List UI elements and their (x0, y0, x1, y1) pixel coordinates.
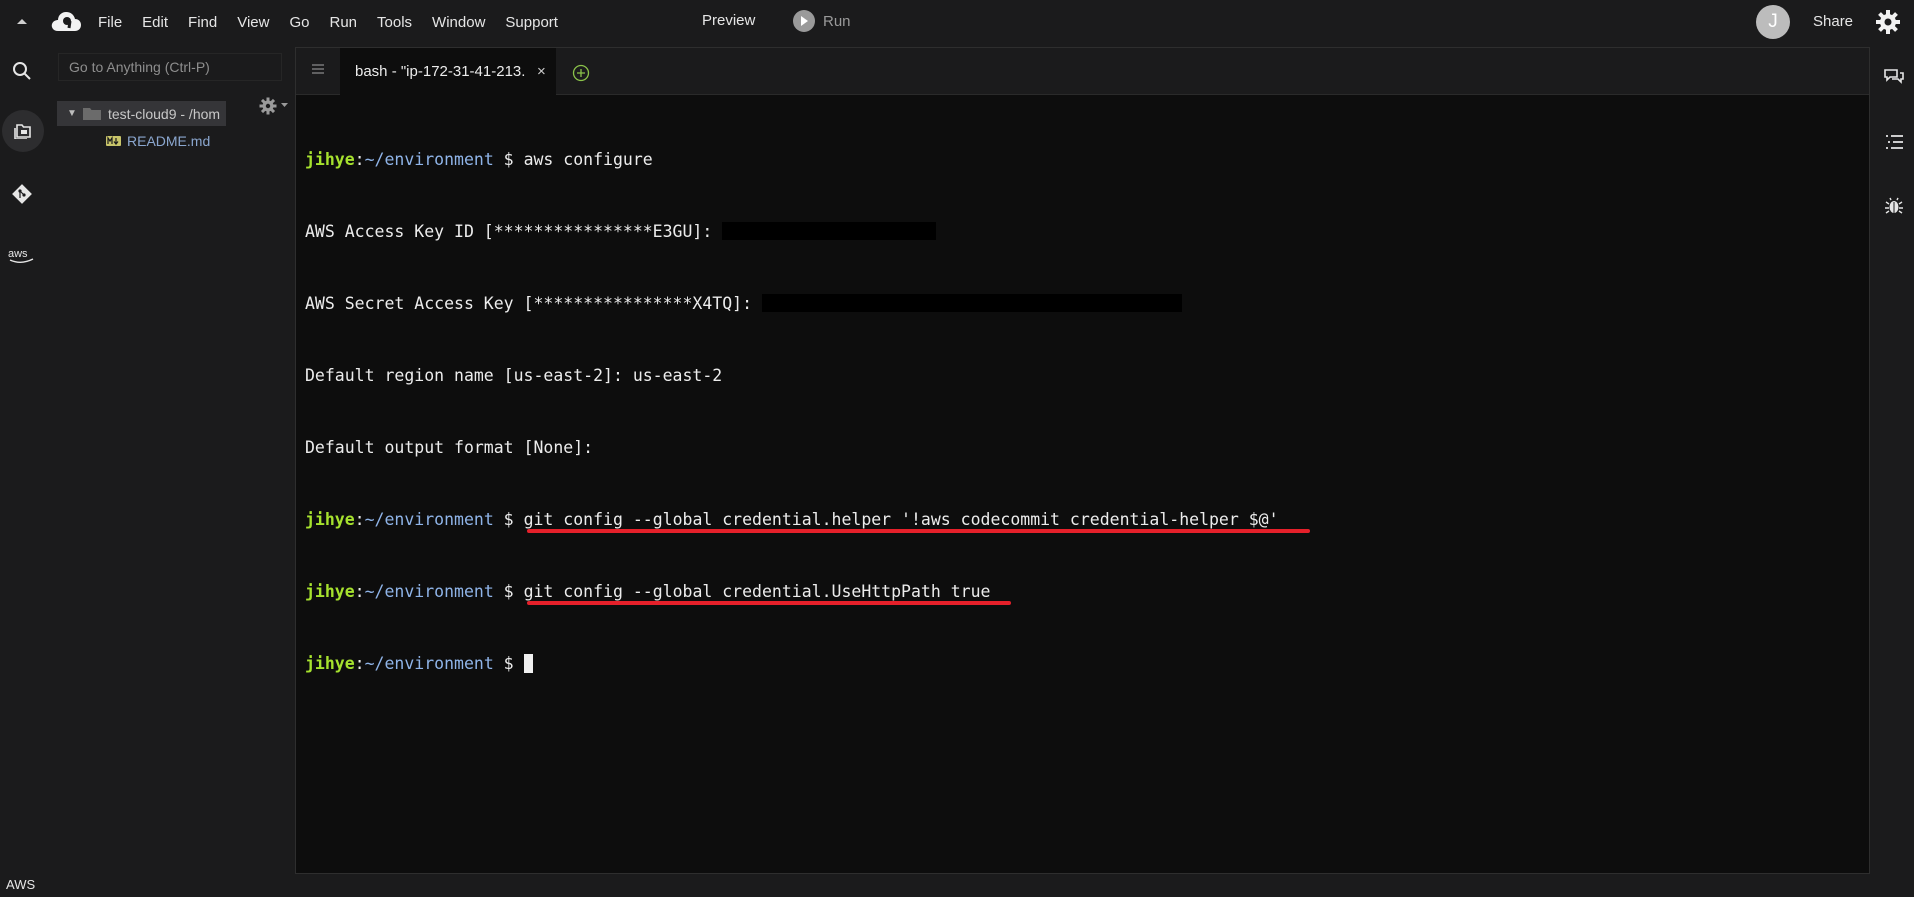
menu-find[interactable]: Find (178, 14, 227, 31)
command-text: git config --global credential.UseHttpPa… (523, 582, 991, 601)
chevron-down-icon[interactable]: ▼ (67, 108, 81, 119)
menu-bar: File Edit Find View Go Run Tools Window … (0, 0, 1914, 44)
chat-icon[interactable] (1883, 66, 1905, 88)
terminal-line: jihye:~/environment $ (305, 652, 1279, 676)
menu-file[interactable]: File (88, 14, 132, 31)
red-underline-annotation (527, 529, 1310, 533)
cloud9-logo-icon[interactable] (50, 9, 82, 35)
preview-button[interactable]: Preview (702, 12, 755, 29)
prompt-path: ~/environment (364, 510, 494, 529)
root-folder-name: test-cloud9 - /hom (108, 105, 221, 122)
menu-view[interactable]: View (227, 14, 279, 31)
aws-icon: aws (8, 248, 34, 263)
terminal-line: AWS Access Key ID [****************E3GU]… (305, 220, 1279, 244)
goto-anything-input[interactable] (59, 54, 281, 80)
prompt-symbol: $ (493, 510, 524, 529)
search-icon (13, 62, 31, 80)
prompt-path: ~/environment (364, 654, 494, 673)
tab-bar: bash - "ip-172-31-41-213. × (296, 48, 1869, 95)
user-avatar[interactable]: J (1756, 5, 1790, 39)
activity-bar: aws (0, 44, 44, 897)
output-format-prompt: Default output format [None]: (305, 438, 594, 457)
debugger-icon[interactable] (1883, 195, 1905, 217)
play-icon (793, 10, 815, 32)
tab-title: bash - "ip-172-31-41-213. (355, 63, 526, 80)
menu-window[interactable]: Window (422, 14, 495, 31)
aws-explorer-button[interactable]: aws (2, 236, 42, 276)
tree-settings-gear-icon[interactable] (258, 96, 290, 116)
red-underline-annotation (527, 601, 1011, 605)
prompt-symbol: $ (493, 150, 524, 169)
files-icon (14, 124, 31, 139)
terminal-line: jihye:~/environment $ git config --globa… (305, 580, 1279, 605)
search-button[interactable] (2, 51, 42, 91)
command-text: git config --global credential.helper '!… (523, 510, 1279, 529)
tab-bash-terminal[interactable]: bash - "ip-172-31-41-213. × (340, 48, 556, 95)
prompt-path: ~/environment (364, 150, 494, 169)
prompt-user: jihye (305, 582, 355, 601)
collapse-menu-icon[interactable] (13, 12, 31, 30)
tab-close-icon[interactable]: × (537, 63, 546, 80)
terminal-line: AWS Secret Access Key [****************X… (305, 292, 1279, 316)
settings-gear-icon[interactable] (1874, 8, 1902, 36)
command-text: aws configure (523, 150, 653, 169)
share-button[interactable]: Share (1813, 13, 1853, 30)
terminal-cursor (523, 654, 533, 673)
source-control-button[interactable] (2, 174, 42, 214)
editor-pane: bash - "ip-172-31-41-213. × jihye:~/envi… (295, 47, 1870, 874)
tree-file-readme[interactable]: README.md (106, 133, 210, 149)
redacted-secret-key (761, 294, 1182, 312)
region-prompt: Default region name [us-east-2]: us-east… (305, 366, 723, 385)
folder-icon (83, 108, 101, 120)
terminal-line: Default output format [None]: (305, 436, 1279, 460)
terminal-line: jihye:~/environment $ aws configure (305, 150, 653, 169)
run-label: Run (823, 12, 851, 30)
main-menu: File Edit Find View Go Run Tools Window … (88, 0, 568, 44)
prompt-user: jihye (305, 510, 355, 529)
tree-root-folder[interactable]: ▼ test-cloud9 - /hom (57, 101, 226, 126)
menu-edit[interactable]: Edit (132, 14, 178, 31)
prompt-user: jihye (305, 150, 355, 169)
hamburger-menu-icon[interactable] (311, 62, 325, 76)
markdown-file-icon (106, 136, 121, 146)
menu-go[interactable]: Go (279, 14, 319, 31)
menu-run[interactable]: Run (319, 14, 367, 31)
access-key-prompt: AWS Access Key ID [****************E3GU]… (305, 222, 713, 241)
prompt-symbol: $ (493, 654, 524, 673)
terminal-line: Default region name [us-east-2]: us-east… (305, 364, 1279, 388)
goto-anything (58, 53, 282, 81)
svg-text:aws: aws (8, 248, 28, 260)
add-tab-icon[interactable] (572, 64, 590, 82)
run-button[interactable]: Run (793, 10, 851, 32)
prompt-path: ~/environment (364, 582, 494, 601)
redacted-access-key (722, 222, 937, 240)
environment-button[interactable] (2, 110, 44, 152)
prompt-user: jihye (305, 654, 355, 673)
menu-support[interactable]: Support (495, 14, 568, 31)
readme-filename: README.md (127, 133, 211, 149)
git-icon (12, 184, 32, 204)
terminal-output[interactable]: jihye:~/environment $ aws configure AWS … (305, 100, 1310, 724)
terminal-line: jihye:~/environment $ git config --globa… (305, 508, 1310, 533)
prompt-symbol: $ (493, 582, 524, 601)
menu-tools[interactable]: Tools (367, 14, 422, 31)
outline-icon[interactable] (1883, 131, 1905, 153)
footer-aws-label: AWS (6, 877, 36, 892)
right-rail (1874, 44, 1914, 897)
secret-key-prompt: AWS Secret Access Key [****************X… (305, 294, 753, 313)
